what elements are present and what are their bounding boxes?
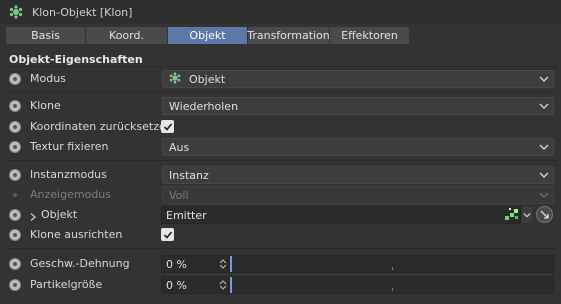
param-row-klone-ausrichten: Klone ausrichten bbox=[0, 225, 561, 245]
animate-radio[interactable] bbox=[9, 169, 21, 181]
slider-handle[interactable] bbox=[230, 256, 232, 272]
textur-value: Aus bbox=[169, 140, 190, 154]
param-row-anzeigemodus: Anzeigemodus Voll bbox=[0, 185, 561, 205]
slider-handle[interactable] bbox=[230, 277, 232, 293]
spinner-icon[interactable] bbox=[219, 258, 227, 270]
link-menu-button[interactable] bbox=[522, 207, 532, 223]
chevron-down-icon bbox=[539, 142, 549, 152]
klone-ausrichten-label: Klone ausrichten bbox=[30, 228, 123, 241]
geschw-dehnung-label: Geschw.-Dehnung bbox=[30, 257, 130, 270]
animate-radio bbox=[13, 193, 17, 197]
target-icon[interactable] bbox=[536, 206, 553, 223]
tab-effektoren[interactable]: Effektoren bbox=[330, 27, 410, 44]
anzeigemodus-label: Anzeigemodus bbox=[30, 188, 111, 201]
klone-value: Wiederholen bbox=[169, 99, 239, 113]
objekt-link-field[interactable]: Emitter bbox=[161, 206, 521, 224]
slider-tick bbox=[392, 288, 393, 291]
chevron-down-icon bbox=[539, 74, 549, 84]
partikelgroesse-slider[interactable] bbox=[229, 276, 554, 294]
textur-label: Textur fixieren bbox=[30, 140, 109, 153]
klone-dropdown[interactable]: Wiederholen bbox=[162, 97, 554, 115]
tab-bar: Basis Koord. Objekt Transformation Effek… bbox=[6, 27, 410, 44]
divider bbox=[4, 248, 557, 249]
instanzmodus-label: Instanzmodus bbox=[30, 168, 107, 181]
geschw-dehnung-slider[interactable] bbox=[229, 255, 554, 273]
animate-radio[interactable] bbox=[9, 229, 21, 241]
objekt-label: Objekt bbox=[41, 208, 78, 221]
checkmark-icon bbox=[163, 122, 172, 131]
tab-transformation[interactable]: Transformation bbox=[247, 27, 330, 44]
partikelgroesse-label: Partikelgröße bbox=[30, 278, 103, 291]
modus-label: Modus bbox=[30, 72, 66, 85]
param-row-objekt: Objekt Emitter bbox=[0, 205, 561, 225]
window-titlebar: Klon-Objekt [Klon] bbox=[0, 0, 561, 24]
cloner-icon bbox=[169, 72, 183, 86]
param-row-instanzmodus: Instanzmodus Instanz bbox=[0, 165, 561, 185]
chevron-down-icon bbox=[539, 101, 549, 111]
expand-arrow-icon[interactable] bbox=[30, 211, 37, 221]
chevron-down-icon bbox=[539, 170, 549, 180]
section-divider bbox=[4, 66, 557, 67]
animate-radio[interactable] bbox=[9, 121, 21, 133]
instanzmodus-dropdown[interactable]: Instanz bbox=[162, 166, 554, 184]
tab-basis[interactable]: Basis bbox=[6, 27, 86, 44]
param-row-klone: Klone Wiederholen bbox=[0, 96, 561, 116]
animate-radio[interactable] bbox=[9, 100, 21, 112]
param-row-textur: Textur fixieren Aus bbox=[0, 137, 561, 157]
anzeigemodus-value: Voll bbox=[169, 188, 189, 202]
emitter-icon bbox=[505, 207, 519, 221]
geschw-dehnung-input[interactable]: 0 % bbox=[161, 255, 229, 273]
slider-tick bbox=[392, 267, 393, 270]
checkmark-icon bbox=[163, 230, 172, 239]
animate-radio[interactable] bbox=[9, 73, 21, 85]
anzeigemodus-dropdown: Voll bbox=[162, 186, 554, 204]
instanzmodus-value: Instanz bbox=[169, 168, 209, 182]
animate-radio[interactable] bbox=[9, 141, 21, 153]
modus-dropdown[interactable]: Objekt bbox=[162, 70, 554, 88]
section-title: Objekt-Eigenschaften bbox=[9, 53, 143, 66]
param-row-partikelgroesse: Partikelgröße 0 % bbox=[0, 275, 561, 295]
klone-ausrichten-checkbox[interactable] bbox=[161, 228, 174, 241]
animate-radio[interactable] bbox=[9, 279, 21, 291]
param-row-geschw-dehnung: Geschw.-Dehnung 0 % bbox=[0, 254, 561, 274]
tab-koord[interactable]: Koord. bbox=[86, 27, 168, 44]
objekt-value: Emitter bbox=[166, 208, 207, 222]
geschw-dehnung-value: 0 % bbox=[166, 257, 187, 271]
klone-label: Klone bbox=[30, 99, 61, 112]
param-row-modus: Modus Objekt bbox=[0, 69, 561, 89]
cloner-icon bbox=[8, 4, 24, 20]
textur-dropdown[interactable]: Aus bbox=[162, 138, 554, 156]
reset-coords-label: Koordinaten zurücksetzen bbox=[30, 120, 173, 133]
partikelgroesse-input[interactable]: 0 % bbox=[161, 276, 229, 294]
divider bbox=[4, 92, 557, 93]
window-title: Klon-Objekt [Klon] bbox=[32, 5, 133, 19]
modus-value: Objekt bbox=[189, 72, 226, 86]
param-row-reset-coords: Koordinaten zurücksetzen bbox=[0, 117, 561, 137]
animate-radio[interactable] bbox=[9, 209, 21, 221]
partikelgroesse-value: 0 % bbox=[166, 278, 187, 292]
animate-radio[interactable] bbox=[9, 258, 21, 270]
chevron-down-icon bbox=[539, 190, 549, 200]
divider bbox=[4, 160, 557, 161]
reset-coords-checkbox[interactable] bbox=[161, 120, 174, 133]
spinner-icon[interactable] bbox=[219, 279, 227, 291]
tab-objekt[interactable]: Objekt bbox=[168, 27, 248, 44]
